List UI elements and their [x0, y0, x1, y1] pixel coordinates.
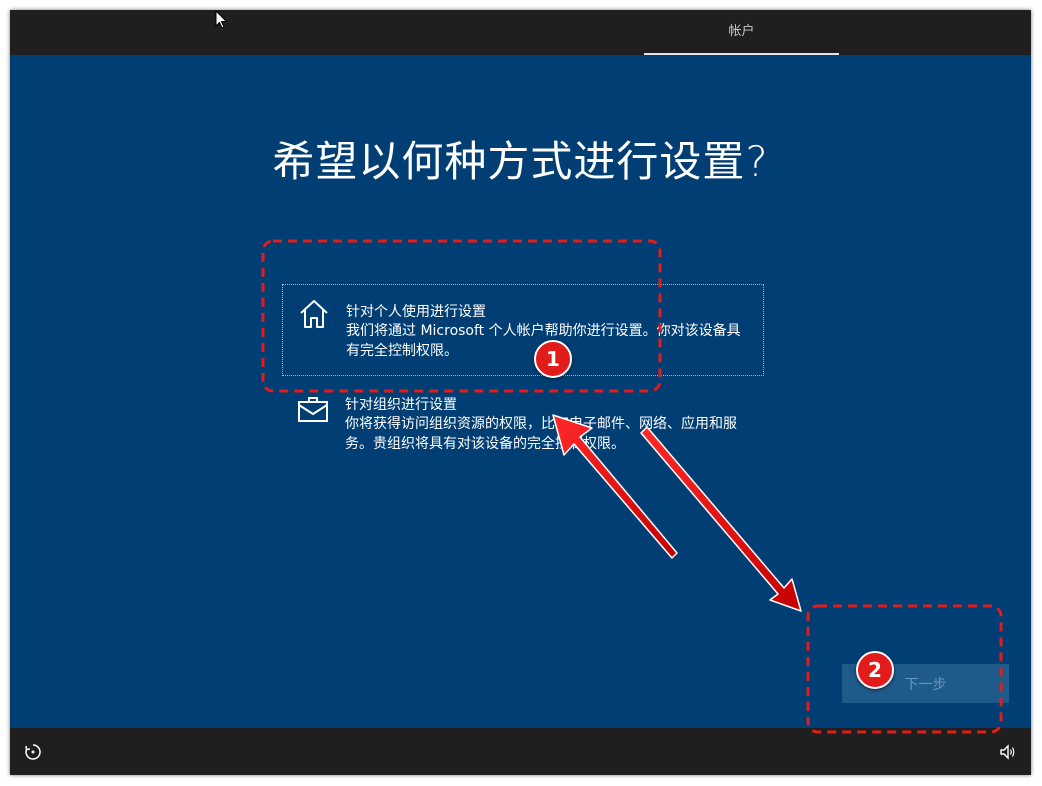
personal-setup-title: 针对个人使用进行设置	[346, 304, 486, 320]
personal-setup-option[interactable]: 针对个人使用进行设置 我们将通过 Microsoft 个人帐户帮助你进行设置。你…	[282, 284, 764, 376]
bottom-bar	[10, 728, 1031, 775]
volume-icon[interactable]	[998, 742, 1018, 762]
tab-account: 帐户	[728, 24, 755, 39]
accessibility-icon[interactable]	[23, 742, 43, 762]
step-badge-2: 2	[856, 651, 894, 689]
organization-setup-option[interactable]: 针对组织进行设置 你将获得访问组织资源的权限，比如电子邮件、网络、应用和服务。贵…	[282, 390, 762, 470]
page-title: 希望以何种方式进行设置?	[272, 137, 769, 186]
mouse-cursor-icon	[215, 10, 228, 29]
home-icon	[300, 300, 328, 328]
tab-active-indicator	[644, 53, 839, 55]
briefcase-icon	[298, 397, 328, 422]
top-bar: 帐户	[10, 10, 1031, 55]
step-badge-1: 1	[534, 340, 572, 378]
organization-setup-description: 你将获得访问组织资源的权限，比如电子邮件、网络、应用和服务。贵组织将具有对该设备…	[345, 416, 737, 452]
organization-setup-title: 针对组织进行设置	[345, 397, 457, 413]
